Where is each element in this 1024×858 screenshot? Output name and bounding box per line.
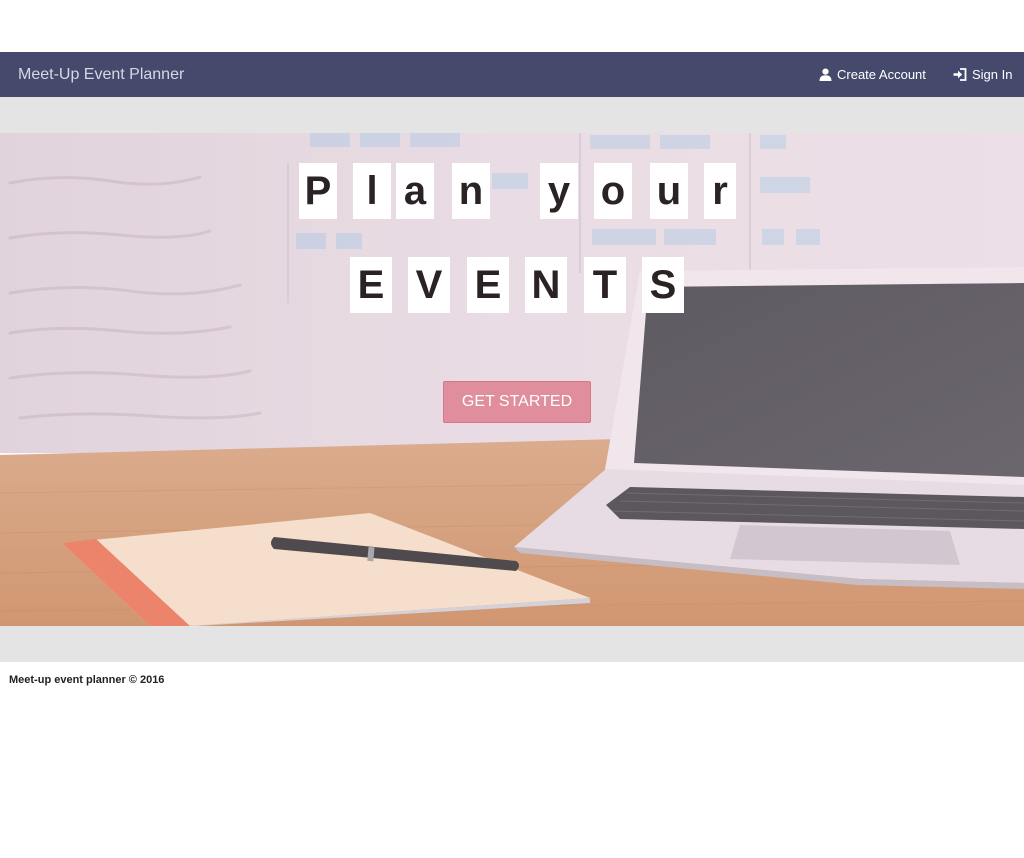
headline-letter-tile: V bbox=[408, 257, 450, 313]
sign-in-link[interactable]: Sign In bbox=[953, 52, 1012, 97]
headline-letter-tile: a bbox=[396, 163, 434, 219]
headline-letter-tile: l bbox=[353, 163, 391, 219]
sign-in-label: Sign In bbox=[972, 67, 1013, 82]
user-icon bbox=[819, 68, 832, 81]
get-started-button[interactable]: GET STARTED bbox=[443, 381, 591, 423]
headline-letter-tile: E bbox=[467, 257, 509, 313]
headline-letter-tile: N bbox=[525, 257, 567, 313]
create-account-label: Create Account bbox=[837, 67, 926, 82]
hero-section: P l a n y o u r E V E N T S GET STARTED bbox=[0, 133, 1024, 626]
headline-letter-tile: P bbox=[299, 163, 337, 219]
brand-link[interactable]: Meet-Up Event Planner bbox=[18, 52, 184, 97]
navbar: Meet-Up Event Planner Create Account Sig… bbox=[0, 52, 1024, 97]
hero-background-image bbox=[0, 133, 1024, 626]
headline-letter-tile: r bbox=[704, 163, 736, 219]
headline-letter-tile: u bbox=[650, 163, 688, 219]
headline-letter-tile: n bbox=[452, 163, 490, 219]
headline-letter-tile: o bbox=[594, 163, 632, 219]
create-account-link[interactable]: Create Account bbox=[819, 52, 926, 97]
top-band bbox=[0, 97, 1024, 133]
sign-in-icon bbox=[953, 68, 967, 81]
headline-letter-tile: S bbox=[642, 257, 684, 313]
bottom-band bbox=[0, 626, 1024, 662]
headline-letter-tile: y bbox=[540, 163, 578, 219]
footer-copyright: Meet-up event planner © 2016 bbox=[9, 674, 165, 686]
headline-letter-tile: E bbox=[350, 257, 392, 313]
headline-letter-tile: T bbox=[584, 257, 626, 313]
